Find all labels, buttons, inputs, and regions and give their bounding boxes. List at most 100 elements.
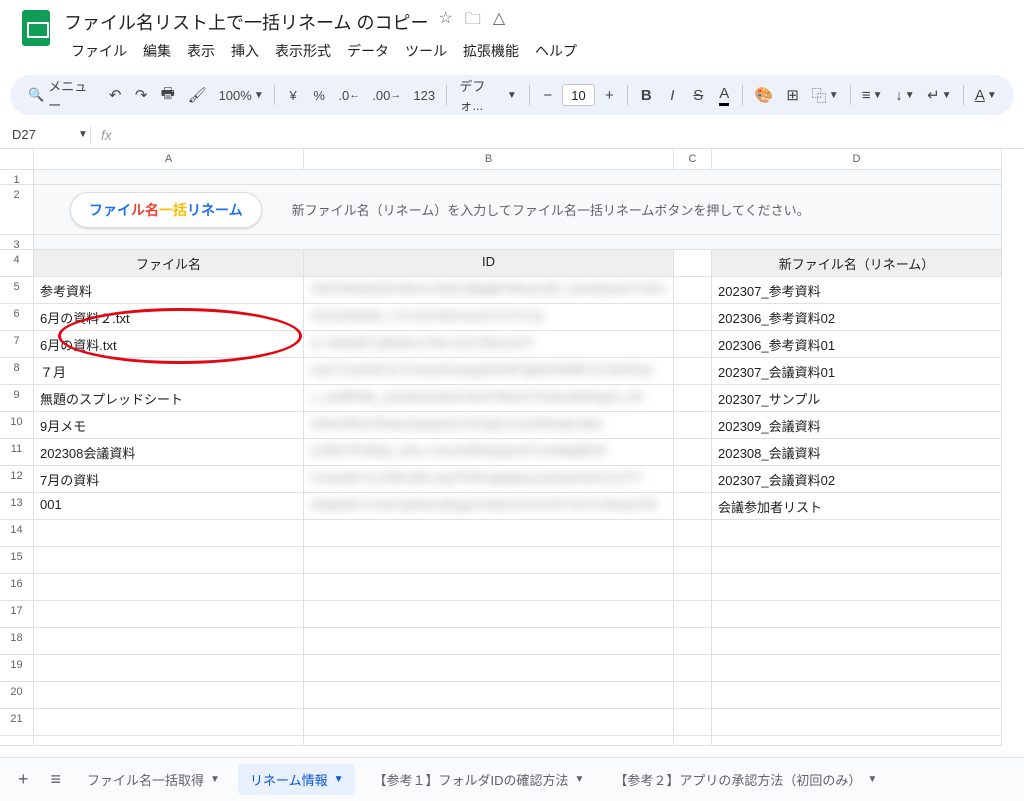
- cell-B10[interactable]: 1h9aJi8SJi7kbau2pupuA1CNJqtLjTumK8mqkUqk…: [304, 412, 674, 439]
- namebox-dropdown-icon[interactable]: ▼: [78, 129, 88, 140]
- menu-file[interactable]: ファイル: [64, 37, 134, 65]
- sheet-tab-2[interactable]: 【参考１】フォルダIDの確認方法▼: [361, 764, 596, 795]
- cell-C13[interactable]: [674, 493, 712, 520]
- menu-format[interactable]: 表示形式: [268, 37, 338, 65]
- cell-A9[interactable]: 無題のスプレッドシート: [34, 385, 304, 412]
- menu-help[interactable]: ヘルプ: [528, 37, 584, 65]
- cell-B21[interactable]: [304, 709, 674, 736]
- bold-button[interactable]: B: [634, 82, 658, 108]
- cell-B14[interactable]: [304, 520, 674, 547]
- row-header-2[interactable]: 2: [0, 185, 34, 235]
- cell-D7[interactable]: 202306_参考資料01: [712, 331, 1002, 358]
- wrap-button[interactable]: ↵▼: [922, 82, 957, 108]
- cell-B19[interactable]: [304, 655, 674, 682]
- font-size-increase[interactable]: +: [597, 82, 621, 108]
- row-header-21[interactable]: 21: [0, 709, 34, 736]
- cell-B5[interactable]: 10R23RiqN25r4MnvLNQn3MjqBF8tKasrqR_h2mit…: [304, 277, 674, 304]
- row-header-17[interactable]: 17: [0, 601, 34, 628]
- cell-A7[interactable]: 6月の資料.txt: [34, 331, 304, 358]
- cell-partial-2[interactable]: [674, 736, 712, 746]
- add-sheet-button[interactable]: +: [10, 765, 37, 794]
- cell-C21[interactable]: [674, 709, 712, 736]
- cell-B15[interactable]: [304, 547, 674, 574]
- cell-B8[interactable]: 1qX7CashIICarTrna4yAIJaogsDmtitTgMnHhk8l…: [304, 358, 674, 385]
- print-button[interactable]: 🖶: [155, 82, 180, 108]
- cell-A15[interactable]: [34, 547, 304, 574]
- cell-A14[interactable]: [34, 520, 304, 547]
- bulk-rename-button[interactable]: ファイル名一括リネーム: [70, 192, 262, 228]
- currency-button[interactable]: ¥: [281, 82, 305, 108]
- cell-D19[interactable]: [712, 655, 1002, 682]
- cell-D12[interactable]: 202307_会議資料02: [712, 466, 1002, 493]
- row-header-3[interactable]: 3: [0, 235, 34, 250]
- cell-C5[interactable]: [674, 277, 712, 304]
- cell-A18[interactable]: [34, 628, 304, 655]
- cell-A19[interactable]: [34, 655, 304, 682]
- cell-C20[interactable]: [674, 682, 712, 709]
- cell-D21[interactable]: [712, 709, 1002, 736]
- borders-button[interactable]: ⊞: [781, 82, 805, 108]
- cell-D16[interactable]: [712, 574, 1002, 601]
- cell-A20[interactable]: [34, 682, 304, 709]
- cell-C17[interactable]: [674, 601, 712, 628]
- cell-B11[interactable]: 1iJWt7PHMq2_a5s-oYjscteBhQ2jaLWTusrMtpBF…: [304, 439, 674, 466]
- cell-C15[interactable]: [674, 547, 712, 574]
- strikethrough-button[interactable]: S: [686, 82, 710, 108]
- paint-format-button[interactable]: 🖌: [182, 82, 212, 108]
- menu-view[interactable]: 表示: [180, 37, 222, 65]
- cell-A11[interactable]: 202308会議資料: [34, 439, 304, 466]
- cell-D5[interactable]: 202307_参考資料: [712, 277, 1002, 304]
- sheet-tab-0[interactable]: ファイル名一括取得▼: [75, 764, 232, 795]
- percent-button[interactable]: %: [307, 82, 331, 108]
- col-header-D[interactable]: D: [712, 149, 1002, 170]
- menu-edit[interactable]: 編集: [136, 37, 178, 65]
- cell-A6[interactable]: 6月の資料２.txt: [34, 304, 304, 331]
- cell-C6[interactable]: [674, 304, 712, 331]
- merge-button[interactable]: ⿻▼: [807, 82, 844, 108]
- cell-D15[interactable]: [712, 547, 1002, 574]
- cloud-icon[interactable]: △: [493, 8, 505, 35]
- cell-C12[interactable]: [674, 466, 712, 493]
- cell-C7[interactable]: [674, 331, 712, 358]
- cell-D11[interactable]: 202308_会議資料: [712, 439, 1002, 466]
- instruction-row[interactable]: ファイル名一括リネーム新ファイル名（リネーム）を入力してファイル名一括リネームボ…: [34, 185, 1002, 235]
- more-button[interactable]: A▼: [970, 82, 1002, 108]
- undo-button[interactable]: ↶: [103, 82, 127, 108]
- cell-C19[interactable]: [674, 655, 712, 682]
- cell-D6[interactable]: 202306_参考資料02: [712, 304, 1002, 331]
- row-header-4[interactable]: 4: [0, 250, 34, 277]
- font-dropdown[interactable]: デフォ...▼: [453, 82, 522, 108]
- row-header-14[interactable]: 14: [0, 520, 34, 547]
- cell-A5[interactable]: 参考資料: [34, 277, 304, 304]
- cell-A13[interactable]: 001: [34, 493, 304, 520]
- cell-B13[interactable]: 1tMqrt91YUALFg4HIzx82gar1h8k2vd-KUVFY91Y…: [304, 493, 674, 520]
- halign-button[interactable]: ≡▼: [857, 82, 888, 108]
- cell-D9[interactable]: 202307_サンプル: [712, 385, 1002, 412]
- row-header-22[interactable]: [0, 736, 34, 746]
- cell-D14[interactable]: [712, 520, 1002, 547]
- row-header-15[interactable]: 15: [0, 547, 34, 574]
- zoom-dropdown[interactable]: 100%▼: [214, 82, 268, 108]
- merged-top[interactable]: [34, 170, 1002, 185]
- cell-B9[interactable]: 1_suMF9di_Jy2Q3m2Ae0rJkuFI39uXC318Lah62k…: [304, 385, 674, 412]
- row-header-8[interactable]: 8: [0, 358, 34, 385]
- redo-button[interactable]: ↷: [129, 82, 153, 108]
- row-header-11[interactable]: 11: [0, 439, 34, 466]
- increase-decimal-button[interactable]: .00→: [367, 82, 406, 108]
- header-id[interactable]: ID: [304, 250, 674, 277]
- cell-partial-1[interactable]: [304, 736, 674, 746]
- row-header-18[interactable]: 18: [0, 628, 34, 655]
- cell-B17[interactable]: [304, 601, 674, 628]
- menu-extensions[interactable]: 拡張機能: [456, 37, 526, 65]
- italic-button[interactable]: I: [660, 82, 684, 108]
- doc-title[interactable]: ファイル名リスト上で一括リネーム のコピー: [64, 9, 428, 35]
- cell-partial-0[interactable]: [34, 736, 304, 746]
- spreadsheet-grid[interactable]: ABCD12ファイル名一括リネーム新ファイル名（リネーム）を入力してファイル名一…: [0, 149, 1024, 757]
- sheet-tab-3[interactable]: 【参考２】アプリの承認方法（初回のみ）▼: [602, 764, 889, 795]
- col-header-A[interactable]: A: [34, 149, 304, 170]
- cell-C18[interactable]: [674, 628, 712, 655]
- col-header-C[interactable]: C: [674, 149, 712, 170]
- col-header-B[interactable]: B: [304, 149, 674, 170]
- row-header-13[interactable]: 13: [0, 493, 34, 520]
- font-size-input[interactable]: 10: [562, 84, 596, 106]
